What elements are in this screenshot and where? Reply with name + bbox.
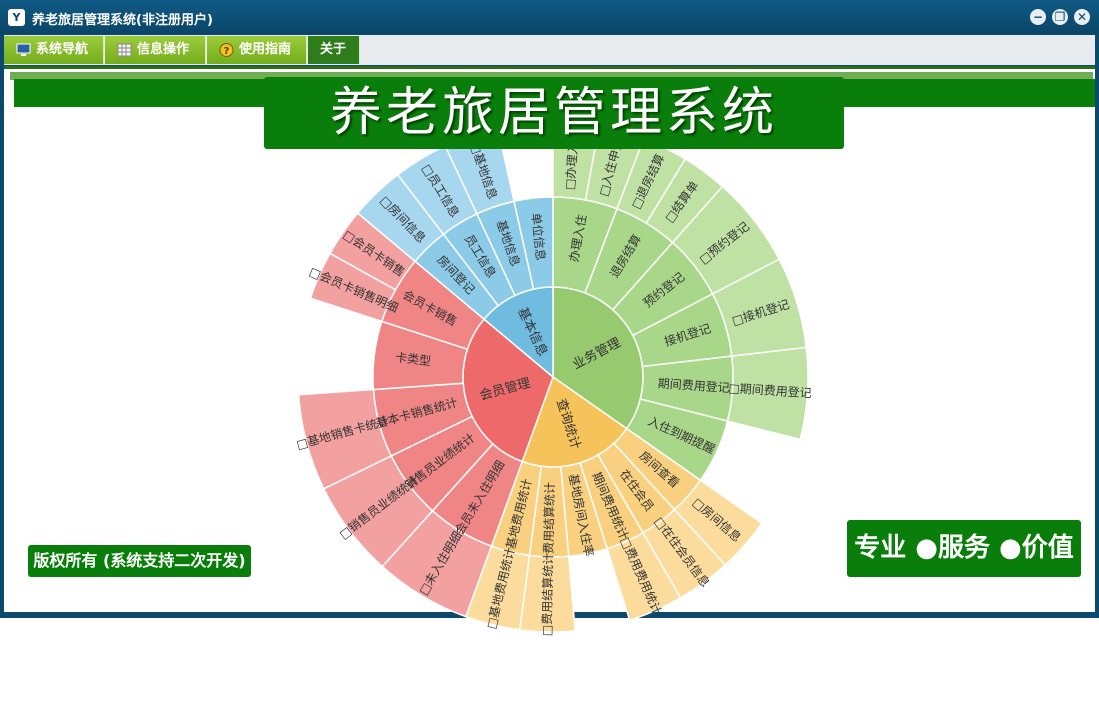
copyright-badge: 版权所有 (系统支持二次开发) (28, 545, 251, 577)
system-banner-title: 养老旅居管理系统 (264, 77, 844, 149)
leaf-label: □费用结算统计 (539, 553, 556, 637)
sub-sector-label: 费用结算统计 (541, 482, 558, 554)
slogan-badge: 专业 ●服务 ●价值 (847, 520, 1081, 577)
